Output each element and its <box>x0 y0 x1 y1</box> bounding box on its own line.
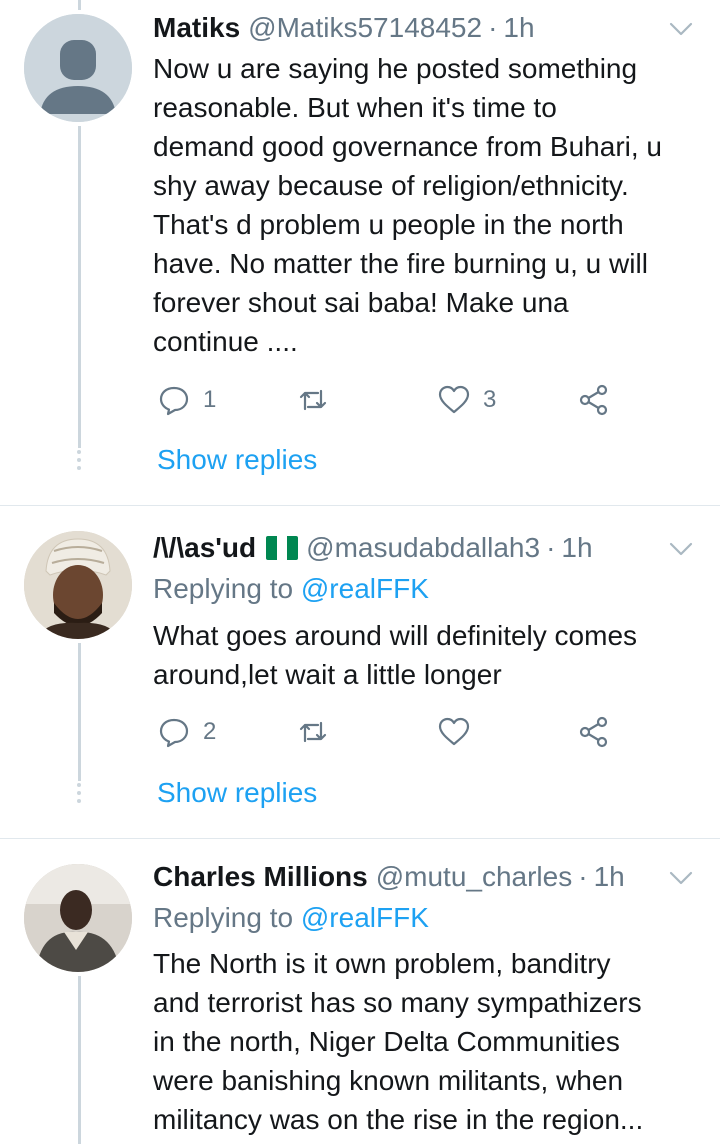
retweet-icon <box>299 721 327 743</box>
display-name[interactable]: /\/\as'ud <box>153 532 256 564</box>
username[interactable]: @masudabdallah3 <box>306 532 540 564</box>
retweet-icon <box>299 389 327 411</box>
mention-link[interactable]: @realFFK <box>301 573 429 604</box>
tweet-text: The North is it own problem, banditry an… <box>153 948 644 1135</box>
share-button[interactable] <box>577 712 611 752</box>
timestamp[interactable]: 1h <box>594 861 625 893</box>
heart-icon <box>438 385 470 414</box>
thread-dots <box>77 783 81 807</box>
replying-prefix: Replying to <box>153 573 294 604</box>
avatar[interactable] <box>24 864 132 972</box>
chevron-down-icon[interactable] <box>668 536 694 562</box>
username[interactable]: @mutu_charles <box>376 861 573 893</box>
timestamp[interactable]: 1h <box>561 532 592 564</box>
username[interactable]: @Matiks57148452 <box>248 12 482 44</box>
reply-icon <box>159 718 189 748</box>
share-icon <box>579 716 608 748</box>
avatar[interactable] <box>24 531 132 639</box>
reply-icon <box>159 386 189 416</box>
retweet-button[interactable] <box>296 380 330 420</box>
nigeria-flag-icon <box>266 536 299 560</box>
avatar[interactable] <box>24 14 132 122</box>
display-name[interactable]: Matiks <box>153 12 240 44</box>
reply-count: 1 <box>203 386 217 413</box>
thread-line <box>78 126 81 448</box>
default-profile-icon <box>24 14 132 122</box>
like-button[interactable] <box>437 712 471 752</box>
share-button[interactable] <box>577 380 611 420</box>
thread-line <box>78 643 81 781</box>
tweet-header: Charles Millions @mutu_charles · 1h <box>153 857 625 897</box>
thread-dots <box>77 450 81 474</box>
tweet-text: Now u are saying he posted something rea… <box>153 53 662 357</box>
reply-count: 2 <box>203 718 217 745</box>
tweet-masud[interactable]: /\/\as'ud @masudabdallah3 · 1h Replying … <box>0 506 720 838</box>
separator: · <box>578 861 588 892</box>
separator: · <box>488 12 498 43</box>
like-count: 3 <box>483 386 497 413</box>
tweet-actions: 2 <box>153 712 623 752</box>
tweet-text: What goes around will definitely comes a… <box>153 620 638 690</box>
chevron-down-icon[interactable] <box>668 16 694 42</box>
mention-link[interactable]: @realFFK <box>301 902 429 933</box>
show-replies-link[interactable]: Show replies <box>157 777 317 809</box>
chevron-down-icon[interactable] <box>668 865 694 891</box>
user-photo-icon <box>24 531 132 639</box>
tweet-charles[interactable]: Charles Millions @mutu_charles · 1h Repl… <box>0 839 720 1144</box>
heart-icon <box>438 717 470 746</box>
display-name[interactable]: Charles Millions <box>153 861 368 893</box>
timestamp[interactable]: 1h <box>503 12 534 44</box>
thread-line-top <box>78 0 81 10</box>
replying-to: Replying to @realFFK <box>153 902 429 934</box>
share-icon <box>579 384 608 416</box>
user-photo-icon <box>24 864 132 972</box>
tweet-actions: 1 3 <box>153 380 623 420</box>
tweet-header: /\/\as'ud @masudabdallah3 · 1h <box>153 528 593 568</box>
retweet-button[interactable] <box>296 712 330 752</box>
reply-button[interactable]: 1 <box>157 380 216 420</box>
thread-line <box>78 976 81 1144</box>
tweet-matiks[interactable]: Matiks @Matiks57148452 · 1h Now u are sa… <box>0 0 720 505</box>
replying-prefix: Replying to <box>153 902 294 933</box>
like-button[interactable]: 3 <box>437 380 496 420</box>
tweet-header: Matiks @Matiks57148452 · 1h <box>153 8 535 48</box>
separator: · <box>546 532 556 563</box>
reply-button[interactable]: 2 <box>157 712 216 752</box>
replying-to: Replying to @realFFK <box>153 573 429 605</box>
show-replies-link[interactable]: Show replies <box>157 444 317 476</box>
